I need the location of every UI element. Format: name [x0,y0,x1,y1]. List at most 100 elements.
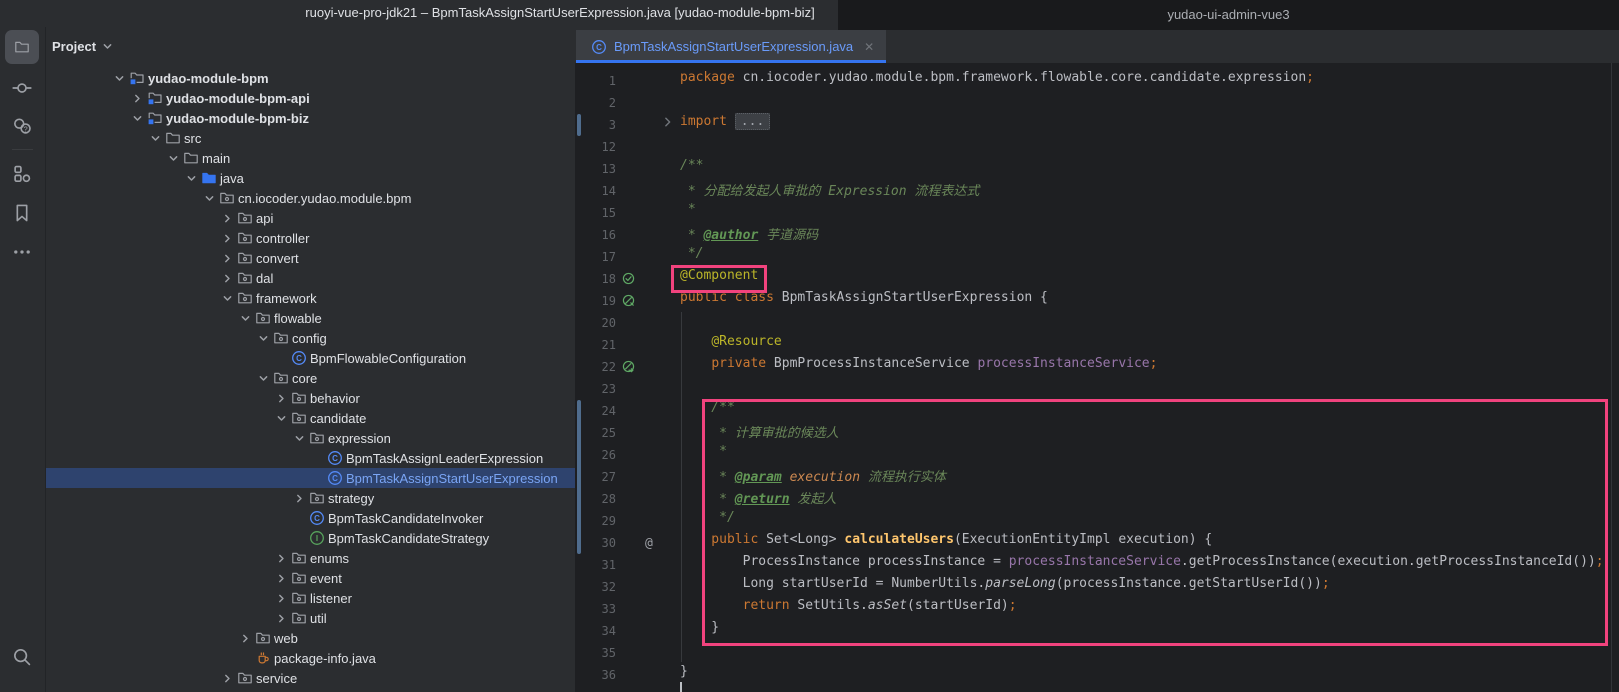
tree-item-yudao-module-bpm[interactable]: yudao-module-bpm [46,68,575,88]
commit-tool-button[interactable] [5,71,39,105]
close-icon[interactable]: ✕ [864,41,874,53]
code-line-22[interactable]: 22 private BpmProcessInstanceService pro… [575,356,1619,378]
tree-item-core[interactable]: core [46,368,575,388]
tree-item-flowable[interactable]: flowable [46,308,575,328]
chevron-closed-icon[interactable] [218,208,237,228]
chevron-closed-icon[interactable] [236,628,255,648]
chevron-open-icon[interactable] [218,288,237,308]
tree-item-cn-iocoder-yudao-module-bpm[interactable]: cn.iocoder.yudao.module.bpm [46,188,575,208]
code-line-12[interactable]: 12 [575,136,1619,158]
tree-item-util[interactable]: util [46,608,575,628]
tree-item-service[interactable]: service [46,668,575,688]
tree-item-web[interactable]: web [46,628,575,648]
tree-item-bpmtaskcandidateinvoker[interactable]: CBpmTaskCandidateInvoker [46,508,575,528]
tree-item-bpmtaskcandidatestrategy[interactable]: IBpmTaskCandidateStrategy [46,528,575,548]
tree-item-config[interactable]: config [46,328,575,348]
spring-bean-arrow-icon[interactable] [621,359,637,375]
code-line-31[interactable]: 31 ProcessInstance processInstance = pro… [575,554,1619,576]
code-line-2[interactable]: 2 [575,92,1619,114]
chevron-open-icon[interactable] [290,428,309,448]
project-tool-button[interactable] [5,30,39,64]
tree-item-dal[interactable]: dal [46,268,575,288]
chevron-closed-icon[interactable] [128,88,147,108]
chevron-open-icon[interactable] [254,368,273,388]
chevron-closed-icon[interactable] [218,668,237,688]
chevron-open-icon[interactable] [200,188,219,208]
chevron-open-icon[interactable] [272,408,291,428]
tree-item-api[interactable]: api [46,208,575,228]
chevron-open-icon[interactable] [236,308,255,328]
tree-item-expression[interactable]: expression [46,428,575,448]
more-tools-button[interactable] [5,235,39,269]
code-line-35[interactable]: 35 [575,642,1619,664]
code-line-20[interactable]: 20 [575,312,1619,334]
tree-item-behavior[interactable]: behavior [46,388,575,408]
tree-item-bpmflowableconfiguration[interactable]: CBpmFlowableConfiguration [46,348,575,368]
chevron-closed-icon[interactable] [218,228,237,248]
chevron-open-icon[interactable] [110,68,129,88]
chevron-open-icon[interactable] [128,108,147,128]
code-line-29[interactable]: 29 */ [575,510,1619,532]
chevron-closed-icon[interactable] [272,588,291,608]
code-line-26[interactable]: 26 * [575,444,1619,466]
chevron-closed-icon[interactable] [218,248,237,268]
bookmarks-tool-button[interactable] [5,196,39,230]
code-line-25[interactable]: 25 * 计算审批的候选人 [575,422,1619,444]
tree-item-framework[interactable]: framework [46,288,575,308]
code-line-1[interactable]: 1package cn.iocoder.yudao.module.bpm.fra… [575,70,1619,92]
titlebar-background-window[interactable]: yudao-ui-admin-vue3 [838,0,1619,30]
annotated-method-icon[interactable]: @ [645,535,661,551]
code-line-16[interactable]: 16 * @author 芋道源码 [575,224,1619,246]
tree-item-event[interactable]: event [46,568,575,588]
chevron-closed-icon[interactable] [272,568,291,588]
spring-bean-icon[interactable] [621,293,637,309]
titlebar-main-window[interactable]: ruoyi-vue-pro-jdk21 – BpmTaskAssignStart… [0,0,838,27]
pull-requests-tool-button[interactable]: ? [5,109,39,143]
code-line-23[interactable]: 23 [575,378,1619,400]
search-everywhere-button[interactable] [5,640,39,674]
chevron-closed-icon[interactable] [218,268,237,288]
code-line-21[interactable]: 21 @Resource [575,334,1619,356]
tree-item-convert[interactable]: convert [46,248,575,268]
tree-item-bpmtaskassignstartuserexpression[interactable]: CBpmTaskAssignStartUserExpression [46,468,575,488]
chevron-down-icon[interactable] [103,42,112,51]
code-line-27[interactable]: 27 * @param execution 流程执行实体 [575,466,1619,488]
tree-item-strategy[interactable]: strategy [46,488,575,508]
spring-bean-check-icon[interactable] [621,271,637,287]
tree-item-main[interactable]: main [46,148,575,168]
code-line-32[interactable]: 32 Long startUserId = NumberUtils.parseL… [575,576,1619,598]
code-line-36[interactable]: 36} [575,664,1619,686]
code-line-24[interactable]: 24 /** [575,400,1619,422]
chevron-closed-icon[interactable] [272,548,291,568]
code-line-15[interactable]: 15 * [575,202,1619,224]
tree-item-bpmtaskassignleaderexpression[interactable]: CBpmTaskAssignLeaderExpression [46,448,575,468]
chevron-closed-icon[interactable] [290,488,309,508]
code-line-13[interactable]: 13/** [575,158,1619,180]
chevron-closed-icon[interactable] [272,608,291,628]
tree-item-enums[interactable]: enums [46,548,575,568]
code-line-33[interactable]: 33 return SetUtils.asSet(startUserId); [575,598,1619,620]
chevron-open-icon[interactable] [182,168,201,188]
chevron-open-icon[interactable] [254,328,273,348]
tree-item-yudao-module-bpm-api[interactable]: yudao-module-bpm-api [46,88,575,108]
tab-bpm-task-assign-start-user-expression[interactable]: C BpmTaskAssignStartUserExpression.java … [576,30,886,63]
code-line-19[interactable]: 19public class BpmTaskAssignStartUserExp… [575,290,1619,312]
fold-arrow-icon[interactable] [663,117,679,133]
tree-item-yudao-module-bpm-biz[interactable]: yudao-module-bpm-biz [46,108,575,128]
code-line-34[interactable]: 34 } [575,620,1619,642]
code-line-28[interactable]: 28 * @return 发起人 [575,488,1619,510]
code-line-14[interactable]: 14 * 分配给发起人审批的 Expression 流程表达式 [575,180,1619,202]
tree-item-src[interactable]: src [46,128,575,148]
code-line-18[interactable]: 18@Component [575,268,1619,290]
folded-imports[interactable]: ... [735,113,770,130]
tree-item-candidate[interactable]: candidate [46,408,575,428]
tree-item-controller[interactable]: controller [46,228,575,248]
chevron-open-icon[interactable] [164,148,183,168]
code-line-3[interactable]: 3import ... [575,114,1619,136]
chevron-open-icon[interactable] [146,128,165,148]
structure-tool-button[interactable] [5,157,39,191]
chevron-closed-icon[interactable] [272,388,291,408]
tree-item-package-info-java[interactable]: package-info.java [46,648,575,668]
project-panel-header[interactable]: Project [46,27,575,65]
code-line-17[interactable]: 17 */ [575,246,1619,268]
